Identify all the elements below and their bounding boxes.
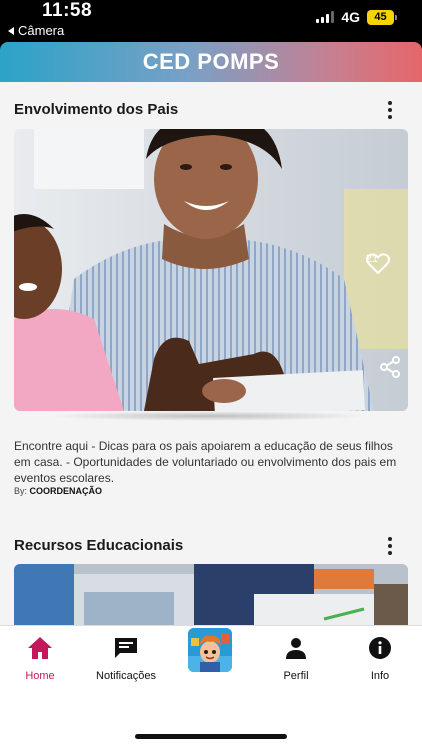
nav-info[interactable]: Info	[354, 636, 406, 682]
nav-label: Perfil	[283, 670, 309, 682]
nav-notifications[interactable]: Notificações	[90, 636, 162, 682]
share-icon	[380, 356, 400, 378]
heart-icon	[365, 253, 390, 274]
status-bar: 11:58 Câmera 4G 45	[0, 0, 422, 42]
post-menu-icon[interactable]	[388, 537, 392, 555]
battery-level: 45	[374, 11, 387, 23]
home-indicator-area	[0, 713, 422, 750]
post-header: Recursos Educacionais	[14, 537, 183, 554]
post-author: By: COORDENAÇÃO	[14, 486, 102, 496]
nav-home[interactable]: Home	[14, 636, 66, 682]
like-button[interactable]: 21	[366, 253, 390, 274]
home-icon	[28, 637, 52, 659]
post-description: Encontre aqui - Dicas para os pais apoia…	[14, 439, 397, 485]
chat-icon	[115, 638, 137, 658]
app-header: CED POMPS	[0, 42, 422, 82]
classroom-photo	[14, 564, 408, 625]
app-logo-icon	[188, 628, 232, 672]
nav-label: Home	[25, 670, 55, 682]
network-type: 4G	[341, 9, 360, 25]
back-arrow-icon	[8, 26, 14, 35]
author-prefix: By:	[14, 486, 28, 496]
nav-label: Notificações	[96, 670, 156, 682]
signal-icon	[316, 11, 335, 23]
author-name: COORDENAÇÃO	[29, 486, 103, 496]
post-title: Recursos Educacionais	[14, 537, 184, 554]
status-time: 11:58	[42, 0, 93, 21]
info-icon	[369, 637, 391, 659]
back-to-app-link[interactable]: Câmera	[8, 23, 64, 38]
post-image[interactable]	[14, 564, 408, 625]
mother-child-photo	[14, 129, 408, 411]
post-image[interactable]: 21	[14, 129, 408, 411]
feed[interactable]: Envolvimento dos Pais 21 Encontre aqui -…	[0, 82, 422, 625]
post-title: Envolvimento dos Pais	[14, 101, 179, 118]
app-title: CED POMPS	[142, 49, 280, 74]
status-indicators: 4G 45	[316, 9, 397, 25]
post-menu-icon[interactable]	[388, 101, 392, 119]
app-logo-button[interactable]	[188, 628, 232, 672]
person-icon	[286, 638, 306, 659]
battery-icon: 45	[367, 9, 397, 25]
home-indicator[interactable]	[135, 734, 287, 739]
nav-profile[interactable]: Perfil	[270, 636, 322, 682]
image-shadow	[50, 411, 370, 421]
post-header: Envolvimento dos Pais	[14, 101, 178, 118]
nav-label: Info	[370, 670, 390, 682]
back-to-app-label: Câmera	[18, 23, 65, 38]
bottom-nav: Home Notificações Perfil Info	[0, 625, 422, 713]
